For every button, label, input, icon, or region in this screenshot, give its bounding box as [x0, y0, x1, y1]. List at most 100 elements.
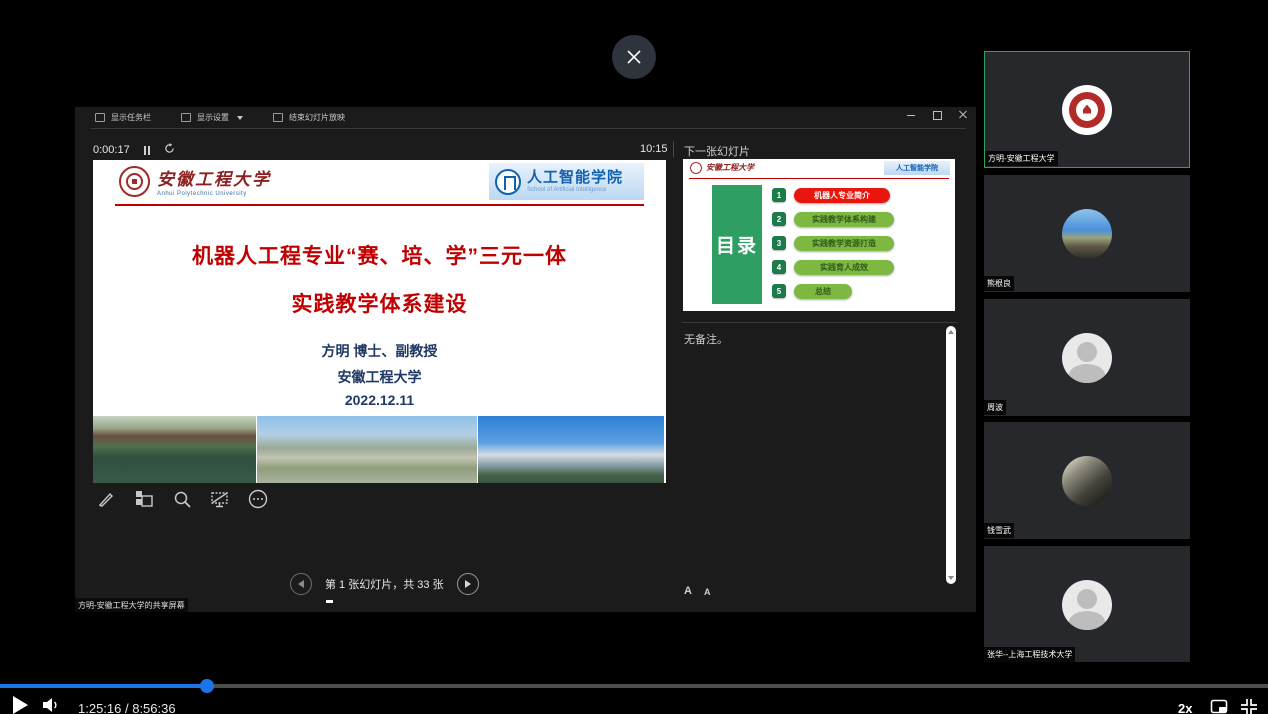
avatar [1062, 209, 1112, 259]
increase-font-button[interactable]: A [684, 585, 692, 597]
presenter-view-window: 显示任务栏 显示设置 结束幻灯片放映 0:00:17 10: [75, 107, 976, 612]
volume-button[interactable] [41, 696, 61, 714]
slide-navigation: 第 1 张幻灯片，共 33 张 [290, 573, 479, 595]
current-slide: 安徽工程大学 Anhui Polytechnic University 人工智能… [93, 160, 666, 483]
participant-name: 张华--上海工程技术大学 [984, 647, 1075, 662]
toc-items: 1 机器人专业简介 2 实践教学体系构建 3 实践教学资源打造 4 实践育人成效… [772, 186, 894, 300]
school-name-en: School of Artificial Intelligence [527, 187, 623, 193]
toc-item-label: 实践教学体系构建 [794, 212, 894, 227]
show-taskbar-button[interactable]: 显示任务栏 [95, 112, 151, 123]
header-rule [115, 204, 644, 206]
school-banner: 人工智能学院 [884, 161, 950, 175]
seek-bar[interactable] [0, 684, 1268, 688]
play-button[interactable] [13, 696, 28, 714]
decrease-font-button[interactable]: A [704, 587, 711, 597]
university-seal-icon [119, 166, 150, 197]
toc-item-number: 4 [772, 260, 786, 274]
participant-name: 周波 [984, 400, 1006, 415]
toc-item-number: 5 [772, 284, 786, 298]
playback-speed-button[interactable]: 2x [1178, 701, 1192, 714]
annotation-toolbar [95, 488, 269, 510]
display-settings-icon [181, 113, 191, 122]
arrow-left-icon [298, 580, 304, 588]
toc-item-number: 3 [772, 236, 786, 250]
avatar [1062, 85, 1112, 135]
minimize-icon[interactable] [904, 109, 918, 121]
meeting-recording-player: 显示任务栏 显示设置 结束幻灯片放映 0:00:17 10: [0, 0, 1268, 714]
campus-lake-photo [93, 416, 256, 483]
seek-bar-thumb[interactable] [200, 679, 214, 693]
panel-divider [673, 141, 674, 157]
black-screen-icon [210, 490, 230, 509]
exit-fullscreen-button[interactable] [1240, 698, 1258, 714]
end-slideshow-label: 结束幻灯片放映 [289, 112, 345, 123]
next-slide-preview[interactable]: 安徽工程大学 人工智能学院 目录 1 机器人专业简介 2 实践教学体系构建 3 … [683, 159, 955, 311]
campus-photo-strip [93, 416, 666, 483]
time-display: 1:25:16 / 8:56:36 [78, 701, 176, 714]
show-taskbar-label: 显示任务栏 [111, 112, 151, 123]
pen-icon [97, 490, 115, 508]
pen-tool-button[interactable] [95, 488, 117, 510]
university-name-cn: 安徽工程大学 [157, 165, 271, 190]
chevron-down-icon [237, 116, 243, 120]
speaker-icon [41, 696, 61, 714]
shared-screen-label: 方明-安徽工程大学的共享屏幕 [75, 598, 188, 613]
next-slide-button[interactable] [457, 573, 479, 595]
seek-bar-played [0, 684, 207, 688]
toc-item-number: 1 [772, 188, 786, 202]
presenter-name: 方明 博士、副教授 [93, 341, 666, 361]
university-name-block: 安徽工程大学 Anhui Polytechnic University [157, 165, 271, 197]
slide-title-line1: 机器人工程专业“赛、培、学”三元一体 [93, 240, 666, 270]
campus-plaza-photo [256, 416, 478, 483]
notes-scrollbar[interactable] [946, 326, 956, 584]
more-options-button[interactable] [247, 488, 269, 510]
participant-name: 熊根良 [984, 276, 1014, 291]
see-all-slides-button[interactable] [133, 488, 155, 510]
end-slideshow-button[interactable]: 结束幻灯片放映 [273, 112, 345, 123]
presenter-affiliation: 安徽工程大学 [93, 367, 666, 387]
school-banner: 人工智能学院 School of Artificial Intelligence [489, 163, 644, 200]
next-slide-label: 下一张幻灯片 [684, 143, 750, 159]
compress-icon [1240, 698, 1258, 714]
notes-font-controls: A A [684, 585, 710, 597]
slide-grid-icon [135, 490, 154, 509]
toc-item: 1 机器人专业简介 [772, 186, 894, 204]
pause-timer-button[interactable] [144, 146, 150, 155]
header-rule [689, 178, 949, 179]
participant-name: 方明-安徽工程大学 [985, 151, 1058, 166]
taskbar-icon [95, 113, 105, 122]
scroll-up-icon [948, 330, 954, 334]
notes-divider [682, 322, 958, 323]
ellipsis-icon [248, 489, 268, 509]
avatar [1062, 333, 1112, 383]
university-name-en: Anhui Polytechnic University [157, 191, 271, 197]
close-window-icon[interactable] [956, 109, 970, 121]
slide-title-line2: 实践教学体系建设 [93, 288, 666, 318]
picture-in-picture-button[interactable] [1210, 699, 1229, 714]
presenter-toolbar: 显示任务栏 显示设置 结束幻灯片放映 [95, 112, 345, 123]
zoom-slide-button[interactable] [171, 488, 193, 510]
university-seal-icon [690, 162, 702, 174]
participant-tile[interactable]: 熊根良 [984, 175, 1190, 292]
participant-tile[interactable]: 方明-安徽工程大学 [984, 51, 1190, 168]
arrow-right-icon [465, 580, 471, 588]
restart-timer-button[interactable] [164, 143, 175, 157]
toc-item-label: 总结 [794, 284, 852, 299]
display-settings-button[interactable]: 显示设置 [181, 112, 243, 123]
toc-item-label: 实践育人成效 [794, 260, 894, 275]
end-slideshow-icon [273, 113, 283, 122]
participant-name: 钱雪武 [984, 523, 1014, 538]
restore-icon[interactable] [930, 109, 944, 121]
black-screen-button[interactable] [209, 488, 231, 510]
participant-tile[interactable]: 张华--上海工程技术大学 [984, 546, 1190, 663]
notes-placeholder: 无备注。 [684, 331, 728, 347]
toc-item: 4 实践育人成效 [772, 258, 894, 276]
timer-value: 0:00:17 [93, 144, 130, 156]
player-control-bar: 1:25:16 / 8:56:36 2x [0, 662, 1268, 714]
toc-item-label: 机器人专业简介 [794, 188, 890, 203]
close-overlay-button[interactable] [612, 35, 656, 79]
participant-tile[interactable]: 周波 [984, 299, 1190, 416]
previous-slide-button[interactable] [290, 573, 312, 595]
magnifier-icon [173, 490, 192, 509]
participant-tile[interactable]: 钱雪武 [984, 422, 1190, 539]
